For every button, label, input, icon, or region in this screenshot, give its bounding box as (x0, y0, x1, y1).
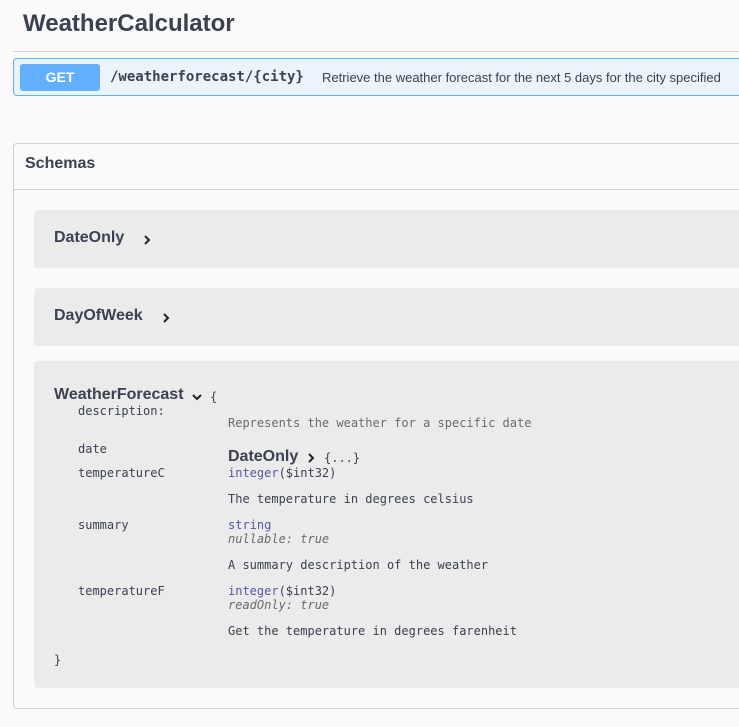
property-name-temperaturec: temperatureC (78, 466, 165, 480)
type-label: integer (228, 584, 279, 598)
property-type: string (228, 518, 272, 532)
model-dateonly[interactable]: DateOnly (34, 210, 739, 268)
open-brace: { (210, 390, 218, 404)
model-name[interactable]: WeatherForecast (54, 386, 184, 404)
property-description: Get the temperature in degrees farenheit (228, 624, 517, 638)
chevron-right-icon[interactable] (142, 235, 152, 245)
title-divider (13, 51, 739, 52)
property-readonly: readOnly: true (228, 598, 330, 612)
format-label: ($int32) (278, 466, 337, 480)
method-badge-get[interactable]: GET (20, 64, 100, 91)
property-ref-dateonly[interactable]: DateOnly (228, 448, 298, 466)
property-name-summary: summary (78, 518, 129, 532)
operation-summary[interactable]: Retrieve the weather forecast for the ne… (322, 70, 721, 85)
property-type: integer($int32) (228, 584, 336, 598)
property-name-date: date (78, 442, 107, 456)
property-type: integer($int32) (228, 466, 336, 480)
chevron-down-icon[interactable] (192, 392, 202, 402)
operation-get-weatherforecast[interactable]: GET /weatherforecast/{city} Retrieve the… (13, 58, 739, 96)
schemas-section: Schemas DateOnly DayOfWeek WeatherForeca… (13, 143, 739, 709)
format-label: ($int32) (278, 584, 337, 598)
collapsed-ref[interactable]: {...} (324, 451, 360, 465)
model-name[interactable]: DayOfWeek (54, 307, 143, 325)
operation-path[interactable]: /weatherforecast/{city} (110, 69, 304, 85)
property-name-temperaturef: temperatureF (78, 584, 165, 598)
property-description: A summary description of the weather (228, 558, 489, 572)
chevron-right-icon[interactable] (161, 313, 171, 323)
type-label: integer (228, 466, 279, 480)
property-description: The temperature in degrees celsius (228, 492, 474, 506)
page-title: WeatherCalculator (23, 10, 235, 37)
description-label: description: (78, 404, 165, 418)
model-description: Represents the weather for a specific da… (228, 416, 532, 430)
model-name[interactable]: DateOnly (54, 229, 124, 247)
chevron-right-icon[interactable] (306, 453, 316, 463)
schemas-header[interactable]: Schemas (14, 144, 739, 190)
close-brace: } (54, 653, 62, 667)
model-weatherforecast: WeatherForecast { description: Represent… (34, 361, 739, 688)
schemas-title: Schemas (25, 155, 96, 172)
model-dayofweek[interactable]: DayOfWeek (34, 288, 739, 346)
property-nullable: nullable: true (228, 532, 330, 546)
